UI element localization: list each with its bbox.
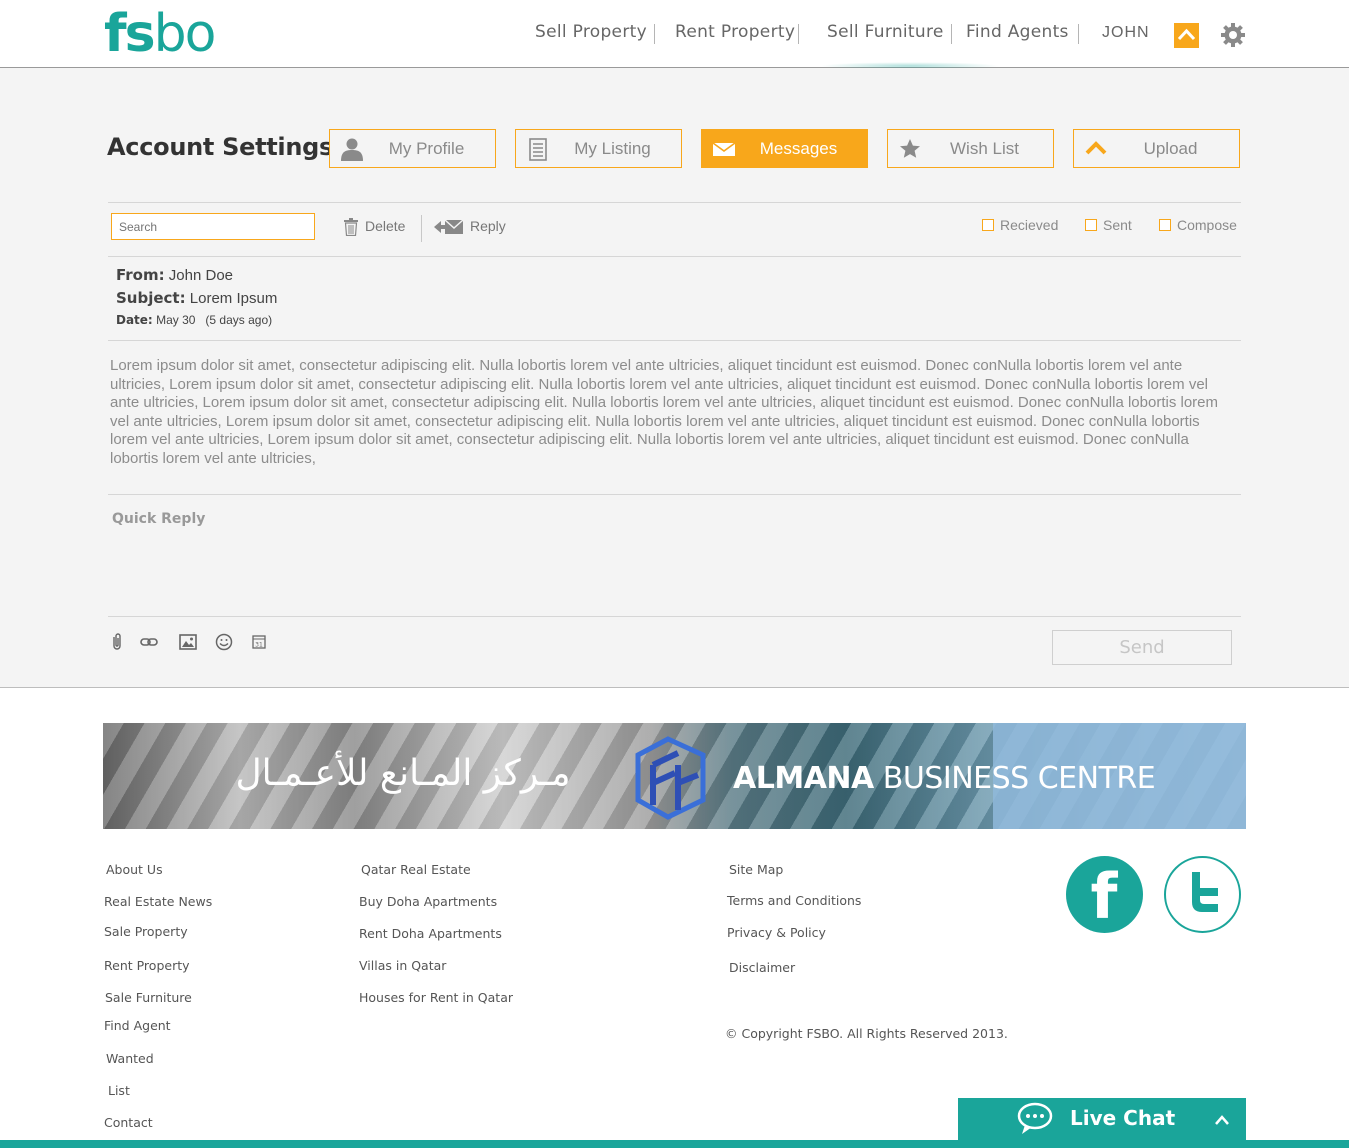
user-name[interactable]: JOHN <box>1102 24 1150 42</box>
footer-link-buy-doha-apartments[interactable]: Buy Doha Apartments <box>359 894 497 909</box>
footer-link-rent-property[interactable]: Rent Property <box>104 958 190 973</box>
settings-gear-icon[interactable] <box>1220 22 1246 48</box>
svg-text:31: 31 <box>255 642 263 649</box>
filter-sent-checkbox[interactable]: Sent <box>1085 217 1132 233</box>
site-header: fsbo Sell Property Rent Property Sell Fu… <box>0 0 1349 70</box>
image-icon[interactable] <box>179 633 197 651</box>
tab-wish-list[interactable]: Wish List <box>887 129 1054 168</box>
reply-envelope-icon <box>434 219 464 235</box>
chat-bubbles-icon <box>1017 1102 1053 1134</box>
emoji-icon[interactable] <box>215 633 233 651</box>
almana-logo-icon <box>635 736 706 820</box>
account-settings-panel: Account Settings My Profile My Listing M… <box>0 68 1349 688</box>
footer-link-rent-doha-apartments[interactable]: Rent Doha Apartments <box>359 926 502 941</box>
divider <box>108 256 1241 257</box>
page-title: Account Settings <box>107 133 334 161</box>
trash-icon <box>344 218 358 237</box>
tab-label: My Listing <box>574 139 651 158</box>
footer-link-about-us[interactable]: About Us <box>106 862 163 877</box>
live-chat-label: Live Chat <box>1070 1106 1176 1130</box>
tab-label: Messages <box>759 139 838 158</box>
footer-link-real-estate-news[interactable]: Real Estate News <box>104 894 212 909</box>
footer-link-houses-for-rent[interactable]: Houses for Rent in Qatar <box>359 990 513 1005</box>
filter-compose-checkbox[interactable]: Compose <box>1159 217 1237 233</box>
nav-divider <box>951 24 952 44</box>
twitter-icon[interactable] <box>1164 856 1241 933</box>
tab-upload[interactable]: Upload <box>1073 129 1240 168</box>
chevron-up-icon <box>1215 1115 1229 1125</box>
filter-label: Compose <box>1177 217 1237 233</box>
footer-link-terms[interactable]: Terms and Conditions <box>727 893 861 908</box>
toolbar-divider <box>421 215 422 242</box>
reply-label: Reply <box>470 218 506 234</box>
send-button[interactable]: Send <box>1052 630 1232 665</box>
footer-link-find-agent[interactable]: Find Agent <box>104 1018 171 1033</box>
tab-my-listing[interactable]: My Listing <box>515 129 682 168</box>
fsbo-logo[interactable]: fsbo <box>104 6 216 62</box>
search-input[interactable] <box>111 213 315 240</box>
banner-business-name: ALMANA BUSINESS CENTRE <box>733 761 1156 796</box>
nav-rent-property[interactable]: Rent Property <box>675 22 795 42</box>
upload-shortcut-button[interactable] <box>1174 23 1199 48</box>
footer-accent-bar <box>0 1140 1349 1148</box>
facebook-icon[interactable]: f <box>1066 856 1143 933</box>
message-subject: Subject: Lorem Ipsum <box>116 289 278 307</box>
attachment-icon[interactable] <box>108 633 126 651</box>
footer-link-villas-in-qatar[interactable]: Villas in Qatar <box>359 958 446 973</box>
message-date: Date: May 30 (5 days ago) <box>116 313 273 327</box>
footer-link-disclaimer[interactable]: Disclaimer <box>729 960 795 975</box>
tab-my-profile[interactable]: My Profile <box>329 129 496 168</box>
nav-sell-property[interactable]: Sell Property <box>535 22 647 42</box>
almana-banner-ad[interactable]: مـركز المـانع للأعـمـال ALMANA BUSINESS … <box>103 723 1246 829</box>
filter-label: Sent <box>1103 217 1132 233</box>
footer-link-site-map[interactable]: Site Map <box>729 862 783 877</box>
live-chat-widget[interactable]: Live Chat <box>958 1098 1246 1140</box>
nav-sell-furniture[interactable]: Sell Furniture <box>827 22 944 42</box>
delete-button[interactable]: Delete <box>343 218 406 237</box>
divider <box>108 202 1241 203</box>
banner-arabic-text: مـركز المـانع للأعـمـال <box>235 753 571 794</box>
filter-label: Recieved <box>1000 217 1059 233</box>
delete-label: Delete <box>365 218 406 234</box>
copyright-text: © Copyright FSBO. All Rights Reserved 20… <box>725 1026 1008 1041</box>
footer-link-qatar-real-estate[interactable]: Qatar Real Estate <box>361 862 471 877</box>
footer-link-wanted[interactable]: Wanted <box>106 1051 154 1066</box>
tab-messages[interactable]: Messages <box>701 129 868 168</box>
divider <box>108 340 1241 341</box>
chevron-up-icon <box>1178 28 1195 41</box>
nav-divider <box>798 24 799 44</box>
footer-link-contact[interactable]: Contact <box>104 1115 153 1130</box>
footer-link-list[interactable]: List <box>108 1083 130 1098</box>
tab-label: Upload <box>1143 139 1198 158</box>
calendar-icon[interactable]: 31 <box>250 633 268 651</box>
footer-link-privacy-policy[interactable]: Privacy & Policy <box>727 925 826 940</box>
nav-find-agents[interactable]: Find Agents <box>966 22 1069 42</box>
message-body: Lorem ipsum dolor sit amet, consectetur … <box>110 357 1219 467</box>
tab-label: My Profile <box>388 139 465 158</box>
quick-reply-label: Quick Reply <box>112 511 206 527</box>
message-from: From: John Doe <box>116 266 234 284</box>
svg-text:f: f <box>1091 860 1119 933</box>
divider <box>108 616 1241 617</box>
footer-link-sale-furniture[interactable]: Sale Furniture <box>105 990 192 1005</box>
nav-divider <box>654 24 655 44</box>
divider <box>108 494 1241 495</box>
nav-divider <box>1078 24 1079 44</box>
filter-received-checkbox[interactable]: Recieved <box>982 217 1058 233</box>
link-icon[interactable] <box>140 633 158 651</box>
footer-link-sale-property[interactable]: Sale Property <box>104 924 188 939</box>
tab-label: Wish List <box>950 139 1019 158</box>
quick-reply-textarea[interactable] <box>108 538 1241 614</box>
reply-button[interactable]: Reply <box>434 218 506 236</box>
